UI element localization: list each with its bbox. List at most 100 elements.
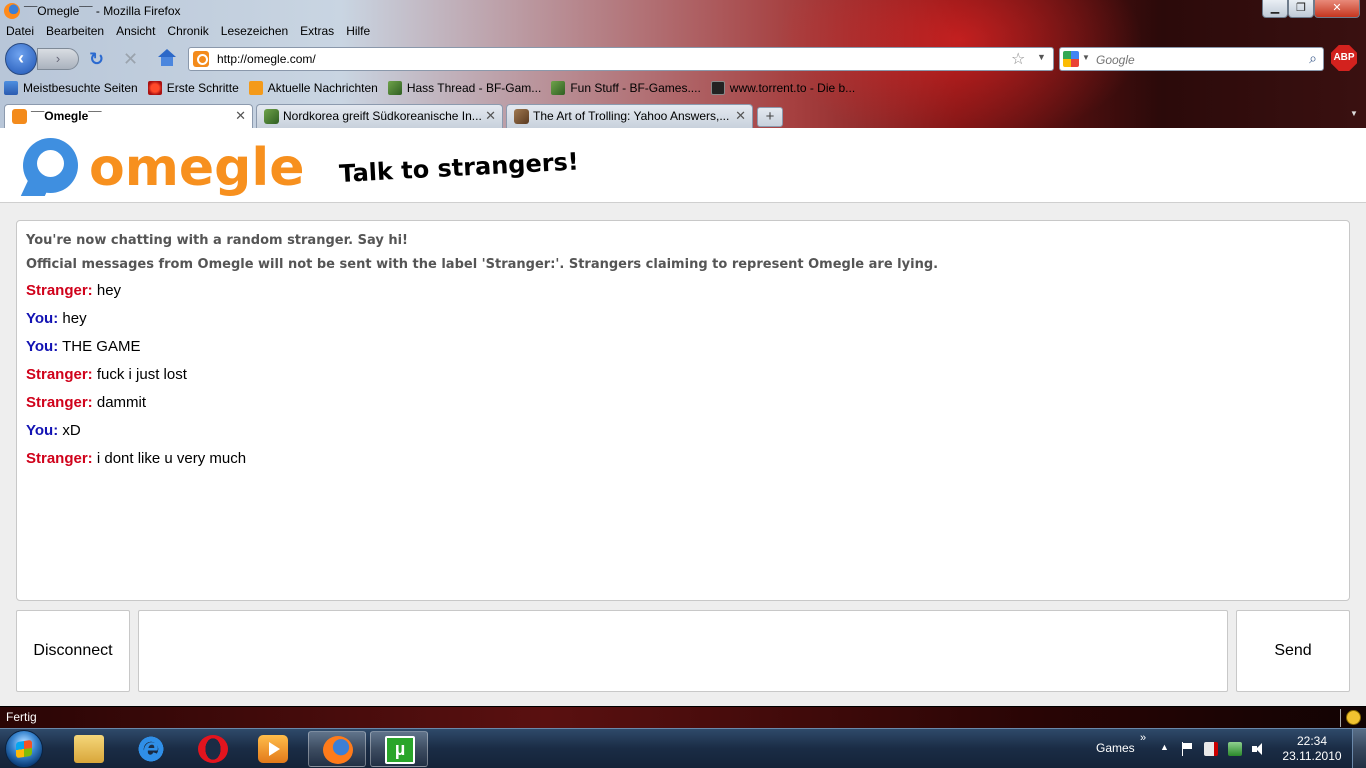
system-message: You're now chatting with a random strang… <box>26 233 408 248</box>
clock-time: 22:34 <box>1296 734 1328 748</box>
home-icon[interactable] <box>157 49 177 69</box>
status-separator <box>1340 709 1341 727</box>
sender-stranger: Stranger: <box>26 282 93 299</box>
bf-games-icon <box>387 81 402 95</box>
taskbar-internet-explorer[interactable] <box>122 731 180 767</box>
minimize-button[interactable]: ▁ <box>1262 0 1288 18</box>
taskbar-utorrent[interactable]: µ <box>370 731 428 767</box>
engine-dropdown-icon[interactable]: ▼ <box>1082 53 1090 62</box>
message-text: hey <box>96 282 122 299</box>
tab-list-chevron-icon[interactable]: ▼ <box>1350 109 1364 125</box>
bookmark-label: Erste Schritte <box>166 81 239 95</box>
sender-stranger: Stranger: <box>26 450 93 467</box>
close-tab-icon[interactable]: ✕ <box>485 108 496 124</box>
bookmark-news[interactable]: Aktuelle Nachrichten <box>245 81 384 95</box>
toolbar-chevron-icon[interactable]: » <box>1140 732 1146 744</box>
maximize-button[interactable]: ❐ <box>1288 0 1314 18</box>
smiley-addon-icon[interactable] <box>1346 710 1361 725</box>
network-icon[interactable] <box>1228 742 1242 756</box>
show-desktop-button[interactable] <box>1352 729 1366 768</box>
chat-message: You: hey <box>26 305 1340 333</box>
tab-strip: ¯¯Omegle¯¯ ✕ Nordkorea greift Südkoreani… <box>0 104 1366 129</box>
menu-bar: Datei Bearbeiten Ansicht Chronik Lesezei… <box>0 22 376 42</box>
message-input[interactable] <box>138 610 1228 692</box>
adblock-plus-icon[interactable]: ABP <box>1331 45 1357 71</box>
forward-button[interactable]: › <box>37 48 79 70</box>
folder-icon <box>74 735 104 763</box>
taskbar-opera[interactable] <box>184 731 242 767</box>
omegle-page: omegle Talk to strangers! You're now cha… <box>0 128 1366 706</box>
menu-ansicht[interactable]: Ansicht <box>110 22 161 42</box>
menu-hilfe[interactable]: Hilfe <box>340 22 376 42</box>
bookmark-fun-stuff[interactable]: Fun Stuff - BF-Games.... <box>547 81 706 95</box>
window-title: ¯¯Omegle¯¯ - Mozilla Firefox <box>24 4 181 18</box>
taskbar-explorer[interactable] <box>60 731 118 767</box>
taskbar-media-player[interactable] <box>244 731 302 767</box>
close-window-button[interactable]: ✕ <box>1314 0 1360 18</box>
close-tab-icon[interactable]: ✕ <box>735 108 746 124</box>
menu-lesezeichen[interactable]: Lesezeichen <box>215 22 294 42</box>
frequent-icon <box>4 81 18 95</box>
internet-explorer-icon <box>136 732 166 764</box>
bookmark-label: Fun Stuff - BF-Games.... <box>570 81 701 95</box>
chat-message: Stranger: i dont like u very much <box>26 445 1340 473</box>
bookmark-hass-thread[interactable]: Hass Thread - BF-Gam... <box>384 81 547 95</box>
stop-icon[interactable]: ✕ <box>123 49 143 69</box>
bookmarks-toolbar: Meistbesuchte Seiten Erste Schritte Aktu… <box>0 77 861 99</box>
search-input[interactable] <box>1096 51 1296 68</box>
search-icon[interactable]: ⌕ <box>1309 50 1317 67</box>
bookmark-label: Meistbesuchte Seiten <box>23 81 138 95</box>
reload-icon[interactable]: ↻ <box>89 49 109 69</box>
tab-label: Nordkorea greift Südkoreanische In... <box>283 109 482 123</box>
site-identity-icon[interactable] <box>193 51 209 67</box>
power-icon[interactable] <box>1204 742 1218 756</box>
menu-extras[interactable]: Extras <box>294 22 340 42</box>
firefox-start-icon <box>147 81 162 95</box>
bookmark-label: www.torrent.to - Die b... <box>729 81 856 95</box>
taskbar-firefox[interactable] <box>308 731 366 767</box>
chat-log[interactable]: You're now chatting with a random strang… <box>16 220 1350 601</box>
omegle-logo-icon <box>20 138 82 196</box>
message-text: xD <box>62 422 81 439</box>
google-engine-icon[interactable] <box>1063 51 1079 67</box>
navigation-toolbar: ‹ › ↻ ✕ ☆ ▼ ▼ ⌕ ABP <box>0 42 1366 75</box>
yahoo-answers-icon <box>514 109 529 124</box>
search-bar: ▼ ⌕ <box>1059 47 1324 71</box>
tray-toolbar-label[interactable]: Games <box>1096 741 1135 755</box>
sender-stranger: Stranger: <box>26 394 93 411</box>
menu-datei[interactable]: Datei <box>0 22 40 42</box>
chat-message: Stranger: fuck i just lost <box>26 361 1340 389</box>
chat-message: You: xD <box>26 417 1340 445</box>
menu-bearbeiten[interactable]: Bearbeiten <box>40 22 110 42</box>
bookmark-most-visited[interactable]: Meistbesuchte Seiten <box>0 81 144 95</box>
new-tab-button[interactable]: + <box>757 107 783 127</box>
close-tab-icon[interactable]: ✕ <box>235 108 246 124</box>
start-button[interactable] <box>5 730 43 768</box>
windows-taskbar: µ Games » ▲ 22:34 23.11.2010 <box>0 728 1366 768</box>
clock[interactable]: 22:34 23.11.2010 <box>1280 734 1344 764</box>
status-text: Fertig <box>6 710 37 724</box>
firefox-icon <box>4 3 20 19</box>
bookmark-torrent[interactable]: www.torrent.to - Die b... <box>707 81 861 95</box>
omegle-logo-text: omegle <box>89 138 305 198</box>
tab-omegle[interactable]: ¯¯Omegle¯¯ ✕ <box>4 104 253 129</box>
send-button[interactable]: Send <box>1236 610 1350 692</box>
message-text: i dont like u very much <box>96 450 247 467</box>
volume-icon[interactable] <box>1252 742 1266 756</box>
disconnect-button[interactable]: Disconnect <box>16 610 130 692</box>
action-center-flag-icon[interactable] <box>1180 742 1194 756</box>
bookmark-getting-started[interactable]: Erste Schritte <box>144 81 245 95</box>
chat-message: Stranger: dammit <box>26 389 1340 417</box>
sender-stranger: Stranger: <box>26 366 93 383</box>
tab-art-of-trolling[interactable]: The Art of Trolling: Yahoo Answers,... ✕ <box>506 104 753 128</box>
windows-logo-icon <box>16 739 32 759</box>
url-input[interactable] <box>217 50 997 68</box>
menu-chronik[interactable]: Chronik <box>161 22 214 42</box>
history-dropdown-icon[interactable]: ▼ <box>1037 52 1046 62</box>
back-button[interactable]: ‹ <box>5 43 37 75</box>
bookmark-star-icon[interactable]: ☆ <box>1011 49 1025 69</box>
status-bar: Fertig <box>0 706 1366 728</box>
tab-nordkorea[interactable]: Nordkorea greift Südkoreanische In... ✕ <box>256 104 503 128</box>
system-message: Official messages from Omegle will not b… <box>26 257 939 272</box>
show-hidden-icons-icon[interactable]: ▲ <box>1160 742 1169 752</box>
